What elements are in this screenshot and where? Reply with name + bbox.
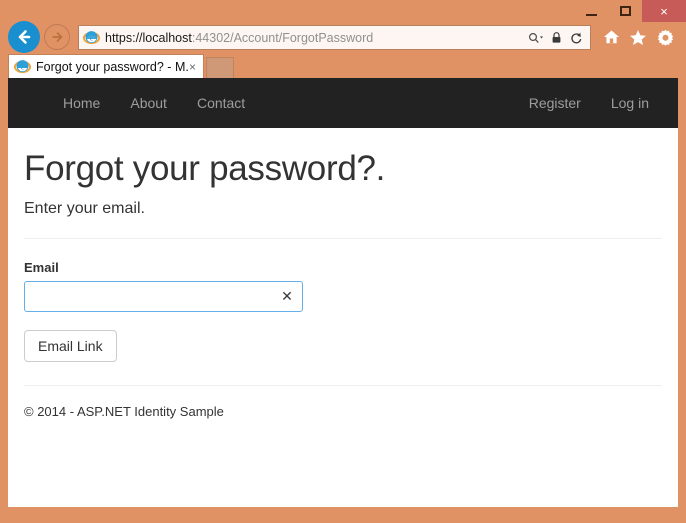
maximize-button[interactable] bbox=[608, 0, 642, 22]
nav-link-login[interactable]: Log in bbox=[596, 78, 664, 128]
email-field-label: Email bbox=[24, 259, 59, 275]
close-button[interactable]: × bbox=[642, 0, 686, 22]
address-bar-url: https://localhost:44302/Account/ForgotPa… bbox=[105, 31, 528, 45]
reload-icon bbox=[571, 32, 582, 43]
url-host: https://localhost bbox=[105, 30, 192, 45]
site-navbar: Home About Contact Register Log in bbox=[8, 78, 678, 128]
email-input[interactable] bbox=[24, 280, 303, 312]
new-tab-button[interactable] bbox=[206, 57, 234, 78]
minimize-icon bbox=[585, 13, 597, 16]
site-nav-left: Home About Contact bbox=[48, 78, 260, 128]
settings-button[interactable] bbox=[654, 25, 676, 49]
back-arrow-icon bbox=[18, 30, 31, 44]
browser-navigation-bar: e https://localhost:44302/Account/Forgot… bbox=[0, 20, 686, 54]
nav-link-about[interactable]: About bbox=[115, 78, 182, 128]
favorites-button[interactable] bbox=[627, 25, 649, 49]
email-input-wrapper: ✕ bbox=[24, 280, 303, 312]
nav-link-home[interactable]: Home bbox=[48, 78, 115, 128]
svg-text:e: e bbox=[90, 34, 94, 43]
nav-link-register[interactable]: Register bbox=[514, 78, 596, 128]
tab-strip: e Forgot your password? - M... × bbox=[0, 54, 686, 78]
page-subtitle: Enter your email. bbox=[24, 199, 145, 217]
home-icon bbox=[603, 30, 619, 44]
back-button[interactable] bbox=[8, 21, 40, 53]
page-container: Forgot your password?. Enter your email.… bbox=[8, 128, 678, 419]
browser-window: × e https://localhost:44302/Account/Forg… bbox=[0, 0, 686, 523]
address-bar-icons bbox=[528, 28, 585, 47]
tab-close-icon[interactable]: × bbox=[189, 60, 196, 74]
forward-button[interactable] bbox=[44, 24, 70, 50]
forgot-password-form: Email ✕ Email Link bbox=[8, 239, 678, 362]
favorites-star-icon bbox=[630, 29, 646, 45]
minimize-button[interactable] bbox=[574, 0, 608, 22]
clear-input-icon[interactable]: ✕ bbox=[280, 288, 294, 304]
address-bar[interactable]: e https://localhost:44302/Account/Forgot… bbox=[78, 25, 591, 50]
window-titlebar: × bbox=[0, 0, 686, 22]
search-magnifier-icon bbox=[528, 32, 543, 43]
page-title: Forgot your password?. bbox=[24, 149, 386, 188]
ssl-lock-icon bbox=[552, 32, 561, 43]
site-nav-right: Register Log in bbox=[514, 78, 664, 128]
window-controls: × bbox=[574, 0, 686, 22]
tab-title: Forgot your password? - M... bbox=[36, 59, 189, 74]
browser-toolbar-icons bbox=[600, 25, 676, 49]
browser-tab[interactable]: e Forgot your password? - M... × bbox=[8, 54, 204, 78]
home-button[interactable] bbox=[600, 25, 622, 49]
url-path: :44302/Account/ForgotPassword bbox=[191, 30, 374, 45]
search-dropdown-icon[interactable] bbox=[528, 28, 545, 47]
internet-explorer-favicon-icon: e bbox=[83, 31, 100, 45]
page-footer: © 2014 - ASP.NET Identity Sample bbox=[24, 403, 224, 419]
svg-text:e: e bbox=[21, 63, 25, 72]
tab-favicon-internet-explorer-icon: e bbox=[14, 60, 31, 74]
email-link-button[interactable]: Email Link bbox=[24, 329, 117, 362]
nav-link-contact[interactable]: Contact bbox=[182, 78, 260, 128]
lock-icon[interactable] bbox=[548, 28, 565, 47]
refresh-icon[interactable] bbox=[568, 28, 585, 47]
page-viewport: Home About Contact Register Log in Forgo… bbox=[8, 78, 678, 507]
close-icon: × bbox=[660, 3, 668, 19]
forward-arrow-icon bbox=[52, 32, 63, 42]
maximize-icon bbox=[619, 6, 631, 16]
settings-gear-icon bbox=[657, 29, 673, 46]
